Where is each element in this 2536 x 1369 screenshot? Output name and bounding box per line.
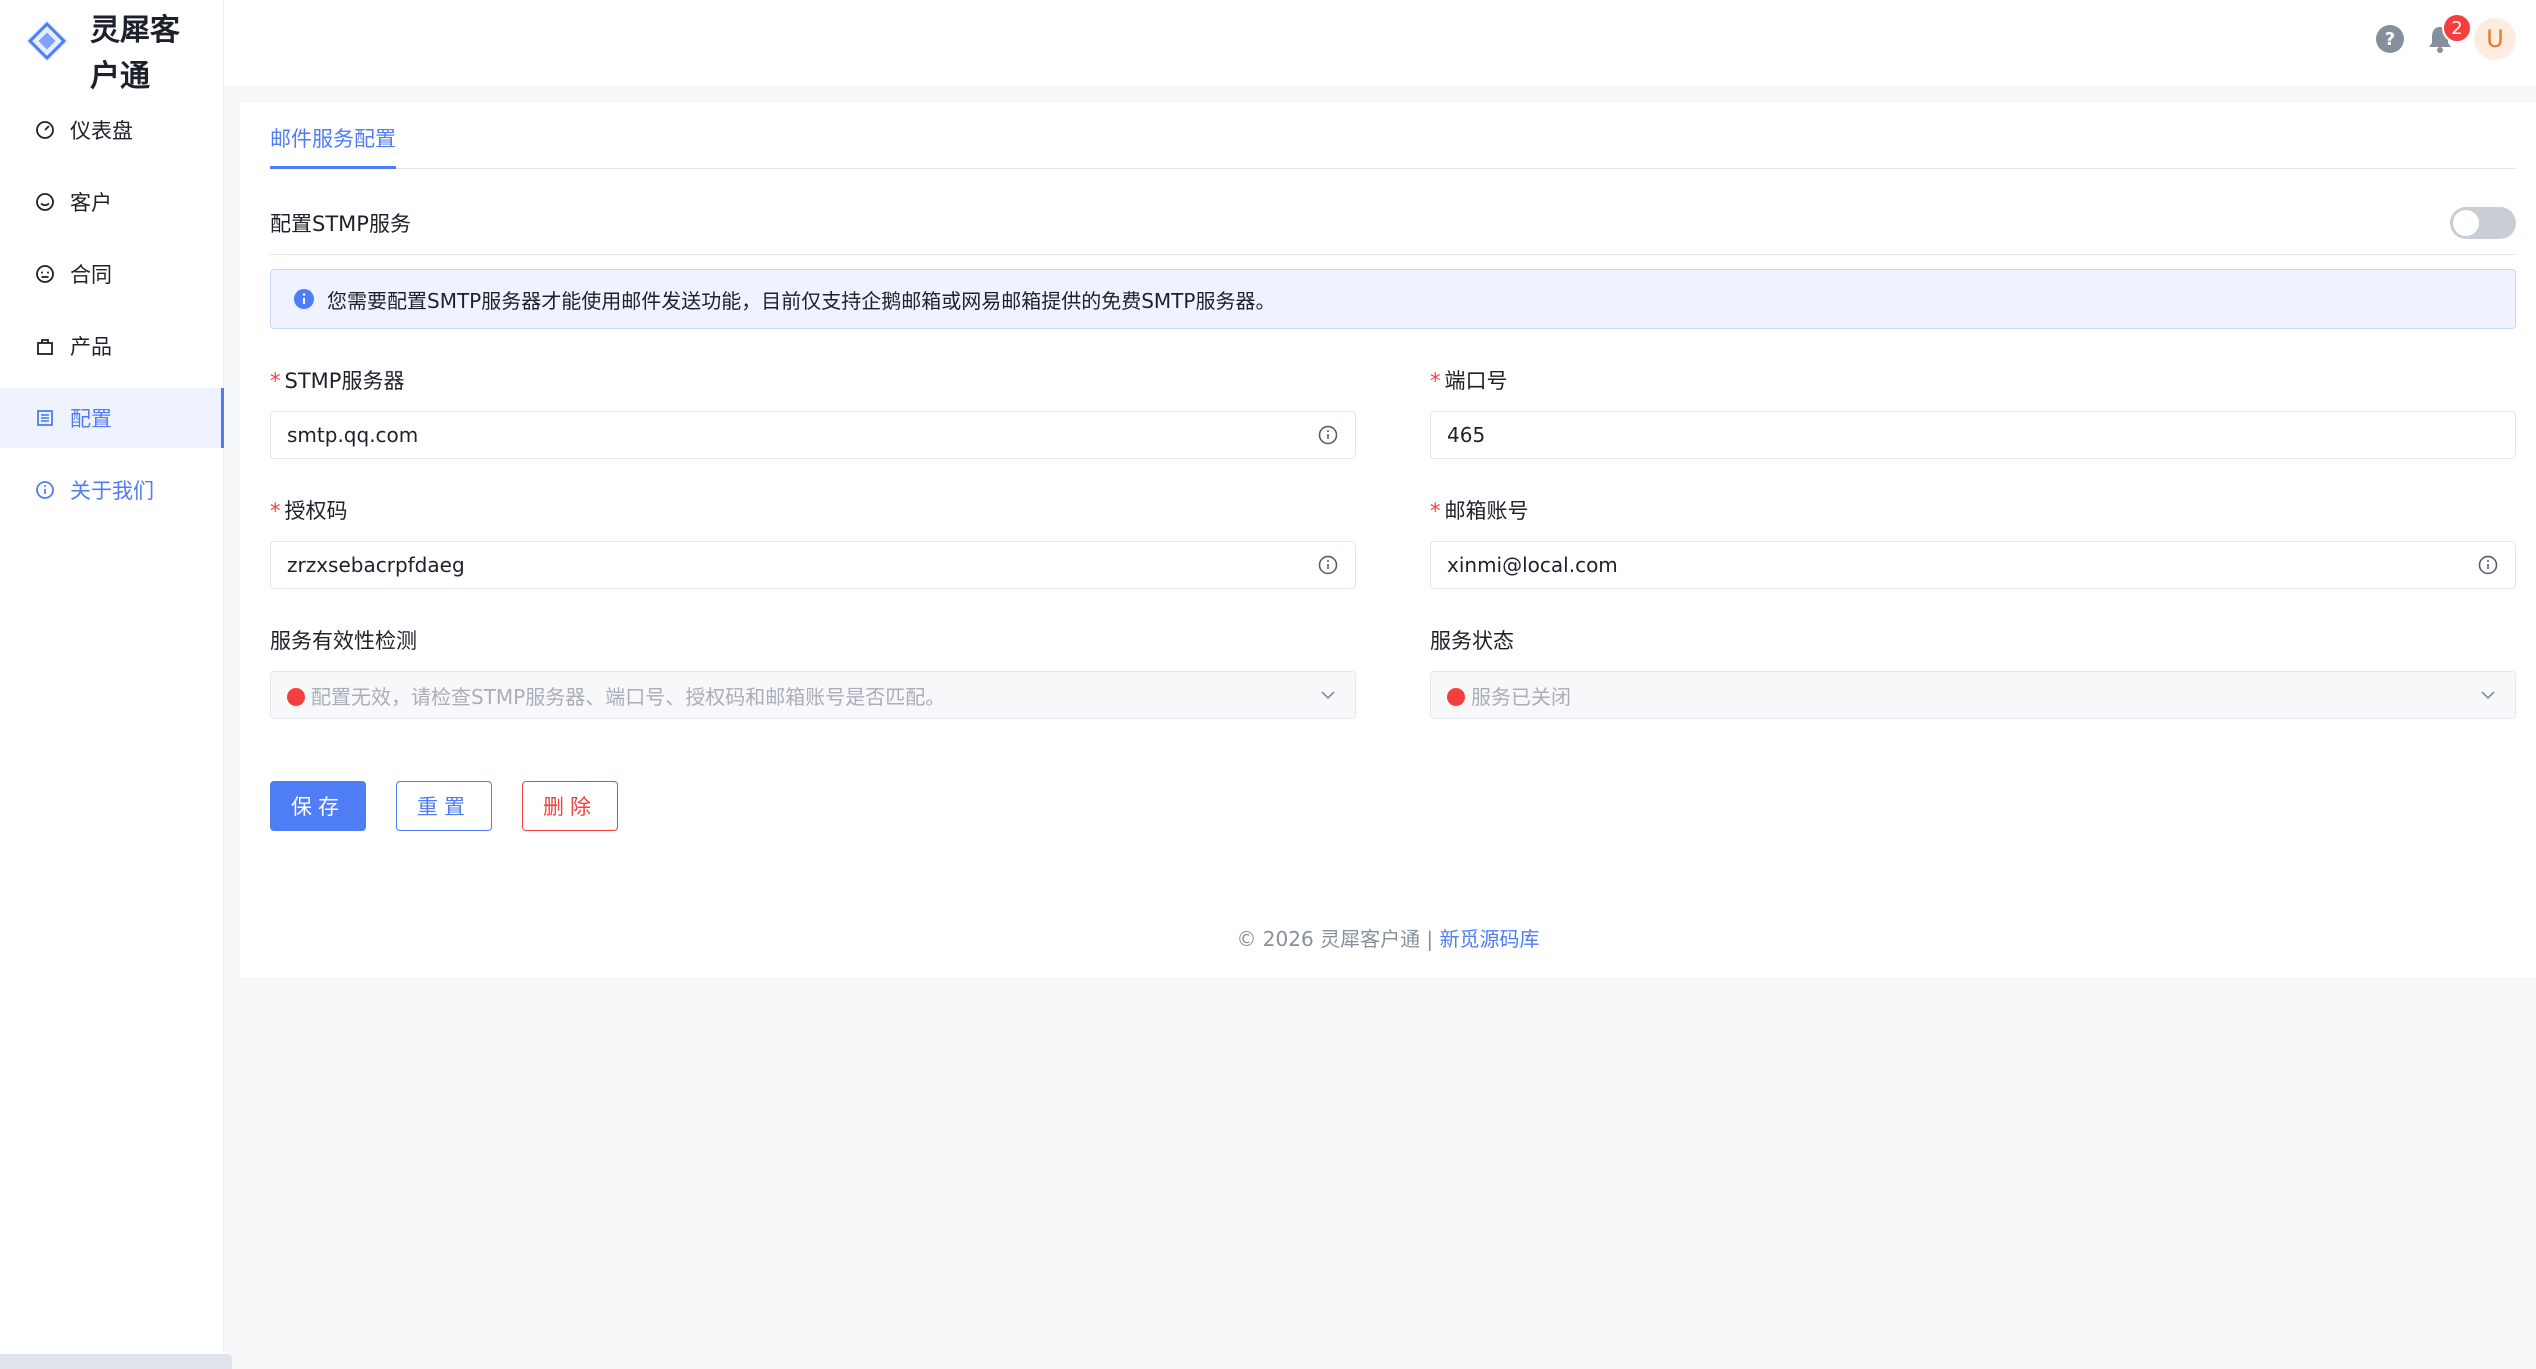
smtp-toggle-switch[interactable] [2450, 206, 2516, 239]
logo-diamond-icon [25, 19, 69, 63]
browser-status-bar [0, 1354, 232, 1369]
sidebar-item-customers[interactable]: 客户 [0, 172, 224, 232]
sidebar-item-label: 关于我们 [70, 479, 154, 503]
service-check-value: 配置无效，请检查STMP服务器、端口号、授权码和邮箱账号是否匹配。 [287, 681, 945, 710]
service-status-label: 服务状态 [1430, 629, 1514, 653]
question-circle-icon[interactable]: ? [2374, 23, 2406, 55]
sidebar-item-settings[interactable]: 配置 [0, 388, 224, 448]
footer: © 2026 灵犀客户通 | 新觅源码库 [240, 923, 2536, 952]
avatar[interactable]: U [2474, 18, 2516, 60]
app-logo[interactable]: 灵犀客户通 [22, 8, 200, 100]
form-actions: 保存 重置 删除 [270, 781, 648, 831]
smtp-server-input[interactable]: smtp.qq.com [270, 411, 1356, 459]
auth-code-label: * 授权码 [270, 499, 348, 523]
reset-button[interactable]: 重置 [396, 781, 492, 831]
smtp-toggle-row: 配置STMP服务 [270, 203, 2516, 255]
info-icon [36, 481, 54, 499]
info-outline-icon[interactable] [1317, 554, 1339, 576]
auth-code-input[interactable]: zrzxsebacrpfdaeg [270, 541, 1356, 589]
port-field: * 端口号 465 [1430, 365, 2516, 459]
smtp-server-field: * STMP服务器 smtp.qq.com [270, 365, 1356, 459]
list-icon [37, 410, 53, 426]
smile-icon [36, 193, 54, 211]
smtp-toggle-label: 配置STMP服务 [270, 211, 411, 236]
bag-icon [37, 339, 53, 355]
content-panel: 邮件服务配置 配置STMP服务 您需要配置SMTP服务器才能使用邮件发送功能，目… [240, 103, 2536, 977]
service-status-value: 服务已关闭 [1447, 681, 1571, 710]
info-alert: 您需要配置SMTP服务器才能使用邮件发送功能，目前仅支持企鹅邮箱或网易邮箱提供的… [270, 269, 2516, 329]
info-outline-icon[interactable] [1317, 424, 1339, 446]
required-mark: * [1430, 369, 1441, 393]
sidebar-item-about[interactable]: 关于我们 [0, 460, 224, 520]
email-account-label: * 邮箱账号 [1430, 499, 1529, 523]
dashboard-icon [36, 121, 54, 139]
required-mark: * [270, 369, 281, 393]
tab-mail-service[interactable]: 邮件服务配置 [270, 123, 396, 169]
status-dot-red [1447, 687, 1465, 706]
auth-code-field: * 授权码 zrzxsebacrpfdaeg [270, 495, 1356, 589]
service-status-field: 服务状态 服务已关闭 [1430, 625, 2516, 719]
save-button[interactable]: 保存 [270, 781, 366, 831]
smtp-server-value: smtp.qq.com [287, 423, 419, 447]
port-input[interactable]: 465 [1430, 411, 2516, 459]
service-check-label: 服务有效性检测 [270, 629, 417, 653]
footer-copyright: © 2026 灵犀客户通 | [1236, 927, 1440, 951]
required-mark: * [1430, 499, 1441, 523]
notifications[interactable]: 2 [2424, 13, 2472, 55]
footer-link[interactable]: 新觅源码库 [1440, 927, 1540, 951]
smtp-server-label: * STMP服务器 [270, 369, 405, 393]
sidebar-item-dashboard[interactable]: 仪表盘 [0, 100, 224, 160]
sidebar-item-label: 合同 [70, 263, 112, 287]
sidebar: 灵犀客户通 仪表盘 客户 合同 产品 配置 关于我们 [0, 0, 232, 1369]
sidebar-nav: 仪表盘 客户 合同 产品 配置 关于我们 [0, 100, 224, 532]
service-check-field: 服务有效性检测 配置无效，请检查STMP服务器、端口号、授权码和邮箱账号是否匹配… [270, 625, 1356, 719]
chevron-down-icon [1321, 691, 1335, 700]
svg-text:?: ? [2385, 29, 2395, 50]
sidebar-item-label: 仪表盘 [70, 119, 133, 143]
service-status-select[interactable]: 服务已关闭 [1430, 671, 2516, 719]
port-label: * 端口号 [1430, 369, 1508, 393]
delete-button[interactable]: 删除 [522, 781, 618, 831]
sidebar-item-label: 客户 [70, 191, 112, 215]
sidebar-item-label: 配置 [70, 407, 112, 431]
email-account-value: xinmi@local.com [1447, 553, 1618, 577]
alert-text: 您需要配置SMTP服务器才能使用邮件发送功能，目前仅支持企鹅邮箱或网易邮箱提供的… [327, 288, 1276, 313]
top-header: ? 2 U [224, 0, 2536, 86]
auth-code-value: zrzxsebacrpfdaeg [287, 553, 465, 577]
port-value: 465 [1447, 423, 1486, 447]
info-circle-icon [294, 289, 314, 309]
required-mark: * [270, 499, 281, 523]
service-check-select[interactable]: 配置无效，请检查STMP服务器、端口号、授权码和邮箱账号是否匹配。 [270, 671, 1356, 719]
chevron-down-icon [2481, 691, 2495, 700]
switch-knob [2453, 209, 2479, 236]
email-account-input[interactable]: xinmi@local.com [1430, 541, 2516, 589]
notification-badge: 2 [2442, 13, 2472, 43]
email-account-field: * 邮箱账号 xinmi@local.com [1430, 495, 2516, 589]
app-name: 灵犀客户通 [90, 13, 180, 94]
sidebar-item-products[interactable]: 产品 [0, 316, 224, 376]
status-dot-red [287, 687, 305, 706]
sidebar-item-label: 产品 [70, 335, 112, 359]
tab-bar: 邮件服务配置 [270, 103, 2516, 169]
info-outline-icon[interactable] [2477, 554, 2499, 576]
face-icon [36, 265, 54, 283]
header-actions: ? 2 U [2374, 13, 2516, 60]
sidebar-item-contracts[interactable]: 合同 [0, 244, 224, 304]
